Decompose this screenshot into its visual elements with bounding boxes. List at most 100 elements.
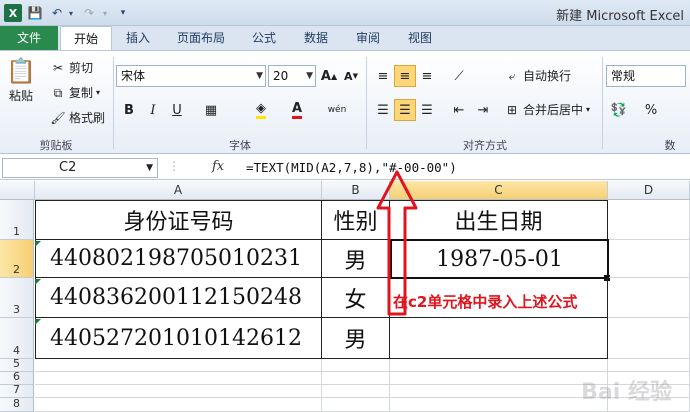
paste-button[interactable]: 📋 粘贴 — [6, 57, 36, 104]
shrink-font-button[interactable]: A ▼ — [340, 65, 362, 87]
divider — [113, 57, 114, 149]
bold-button[interactable]: B — [118, 99, 140, 121]
row-header-8[interactable]: 8 — [0, 397, 34, 412]
tab-page-layout[interactable]: 页面布局 — [168, 26, 234, 50]
column-header-a[interactable]: A — [35, 181, 322, 200]
splitter-icon[interactable]: ⋮ — [168, 159, 180, 173]
borders-button[interactable]: ▦ — [200, 99, 222, 121]
chevron-down-icon: ▼ — [146, 163, 153, 173]
cell-b8[interactable] — [322, 398, 390, 412]
cell-a2[interactable]: 440802198705010231 — [35, 240, 322, 278]
cell-d2[interactable] — [609, 240, 690, 278]
align-right-button[interactable]: ☰ — [416, 99, 438, 121]
align-middle-button[interactable]: ≡ — [394, 65, 416, 87]
tab-file[interactable]: 文件 — [0, 26, 58, 50]
customize-quick-access-icon[interactable]: ▾ — [114, 4, 132, 22]
cell-c5[interactable] — [390, 359, 608, 372]
align-center-icon: ☰ — [399, 102, 411, 118]
fill-color-button[interactable]: ◈ — [250, 99, 272, 121]
clipboard-icon: 📋 — [6, 57, 36, 85]
number-format-select[interactable]: 常规 — [606, 65, 686, 87]
cell-d1[interactable] — [608, 200, 690, 240]
column-header-d[interactable]: D — [608, 181, 690, 200]
cell-a5[interactable] — [35, 359, 322, 372]
cell-b5[interactable] — [322, 359, 390, 372]
currency-button[interactable]: 💱 — [608, 99, 630, 121]
paint-bucket-icon: ◈ — [256, 101, 266, 119]
cell-a4[interactable]: 440527201010142612 — [35, 318, 322, 359]
ribbon-home: 📋 粘贴 ✂ 剪切 ⧉ 复制 ▾ 🖌 格式刷 剪贴板 宋体 ▼ 20 ▼ A ▲ A ▼… — [0, 50, 690, 154]
row-header-2[interactable]: 2 — [0, 240, 34, 278]
redo-dropdown-icon[interactable]: ▾ — [96, 4, 114, 22]
align-top-button[interactable]: ≡ — [372, 65, 394, 87]
cell-d4[interactable] — [608, 318, 690, 359]
tab-view[interactable]: 视图 — [400, 26, 440, 50]
formula-input[interactable]: =TEXT(MID(A2,7,8),"#-00-00") — [246, 158, 457, 178]
cell-b6[interactable] — [322, 372, 390, 385]
merge-center-button[interactable]: ⊞ 合并后居中 ▾ — [504, 101, 590, 118]
cell-c4[interactable] — [390, 318, 608, 359]
italic-button[interactable]: I — [142, 99, 164, 121]
wrap-text-icon: ⤶ — [508, 68, 516, 83]
cell-d3[interactable] — [608, 278, 690, 318]
percent-button[interactable]: % — [640, 99, 662, 121]
tab-home[interactable]: 开始 — [60, 26, 112, 51]
error-indicator-icon — [35, 279, 41, 285]
group-label-font: 字体 — [229, 139, 251, 152]
font-color-button[interactable]: A — [286, 99, 308, 121]
merge-icon: ⊞ — [506, 102, 518, 117]
align-center-button[interactable]: ☰ — [394, 99, 416, 121]
insert-function-icon[interactable]: fx — [212, 159, 224, 174]
column-header-c[interactable]: C — [390, 181, 608, 200]
row-header-1[interactable]: 1 — [0, 200, 34, 240]
chevron-down-icon: ▼ — [256, 71, 263, 81]
increase-indent-button[interactable]: ⇥ — [472, 99, 494, 121]
grow-font-button[interactable]: A ▲ — [318, 65, 340, 87]
scissors-icon: ✂ — [52, 60, 64, 75]
cell-a7[interactable] — [35, 385, 322, 398]
cell-c2[interactable]: 1987-05-01 — [390, 239, 609, 279]
cell-d5[interactable] — [608, 359, 690, 372]
row-header-3[interactable]: 3 — [0, 278, 34, 318]
align-right-icon: ☰ — [421, 102, 433, 118]
chevron-down-icon: ▾ — [586, 105, 591, 114]
underline-button[interactable]: U — [166, 99, 188, 121]
cell-c6[interactable] — [390, 372, 608, 385]
title-bar: X 💾 ↶ ▾ ↷ ▾ ▾ 新建 Microsoft Excel — [0, 0, 690, 26]
orientation-button[interactable]: ⟋ — [448, 65, 470, 87]
wrap-text-button[interactable]: ⤶ 自动换行 — [504, 67, 571, 84]
name-box[interactable]: C2 ▼ — [2, 158, 158, 178]
decrease-indent-button[interactable]: ⇤ — [448, 99, 470, 121]
cell-b7[interactable] — [322, 385, 390, 398]
excel-logo-icon: X — [4, 4, 22, 22]
cell-c7[interactable] — [390, 385, 608, 398]
save-icon[interactable]: 💾 — [26, 4, 44, 22]
font-size-select[interactable]: 20 ▼ — [268, 65, 316, 87]
align-left-icon: ☰ — [377, 102, 389, 118]
row-header-4[interactable]: 4 — [0, 318, 34, 359]
select-all-corner[interactable] — [0, 181, 35, 200]
tab-formulas[interactable]: 公式 — [244, 26, 284, 50]
phonetic-button[interactable]: wén — [326, 99, 348, 121]
tab-insert[interactable]: 插入 — [118, 26, 158, 50]
cell-a8[interactable] — [35, 398, 322, 412]
align-bottom-button[interactable]: ≡ — [416, 65, 438, 87]
cell-c8[interactable] — [390, 398, 608, 412]
group-label-number: 数 — [664, 139, 676, 152]
increase-indent-icon: ⇥ — [477, 102, 489, 118]
tab-data[interactable]: 数据 — [296, 26, 336, 50]
align-left-button[interactable]: ☰ — [372, 99, 394, 121]
currency-icon: 💱 — [610, 102, 628, 118]
format-painter-button[interactable]: 🖌 格式刷 — [50, 109, 105, 126]
error-indicator-icon — [35, 241, 41, 247]
cell-a3[interactable]: 440836200112150248 — [35, 278, 322, 318]
cell-a6[interactable] — [35, 372, 322, 385]
cell-a1[interactable]: 身份证号码 — [35, 200, 322, 240]
font-name-select[interactable]: 宋体 ▼ — [116, 65, 266, 87]
cut-button[interactable]: ✂ 剪切 — [50, 59, 93, 76]
copy-button[interactable]: ⧉ 复制 ▾ — [50, 84, 100, 101]
undo-dropdown-icon[interactable]: ▾ — [62, 4, 80, 22]
cell-b4[interactable]: 男 — [322, 318, 390, 359]
tab-review[interactable]: 审阅 — [348, 26, 388, 50]
cell-c1[interactable]: 出生日期 — [390, 200, 608, 240]
